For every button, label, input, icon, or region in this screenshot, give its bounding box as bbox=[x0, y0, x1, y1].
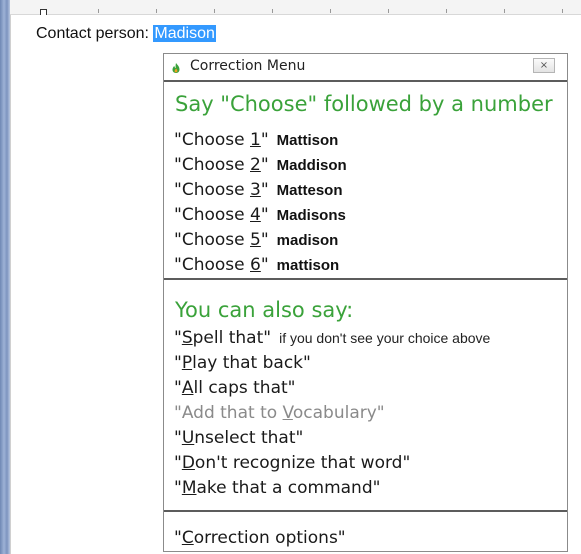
command-rest: lay that back" bbox=[192, 353, 311, 373]
command-key: A bbox=[181, 378, 194, 398]
choice-prefix: "Choose bbox=[174, 230, 250, 250]
ruler bbox=[10, 0, 581, 16]
ruler-tick bbox=[156, 9, 157, 13]
choice-suffix: " bbox=[260, 255, 269, 275]
choices-section: Say "Choose" followed by a number "Choos… bbox=[164, 82, 567, 280]
choice-number: 4 bbox=[250, 205, 261, 225]
command-item: "Add that to Vocabulary" bbox=[174, 403, 385, 423]
choice-prefix: "Choose bbox=[174, 180, 250, 200]
close-icon[interactable]: × bbox=[533, 58, 555, 73]
options-prefix: " bbox=[174, 528, 182, 548]
command-prefix: " bbox=[174, 328, 182, 348]
choice-suffix: " bbox=[260, 155, 269, 175]
contact-line: Contact person: Madison bbox=[36, 25, 216, 43]
choice-word: Madisons bbox=[276, 207, 346, 224]
window-left-edge bbox=[0, 0, 10, 554]
choice-word: Matteson bbox=[276, 182, 343, 199]
command-item[interactable]: "Unselect that" bbox=[174, 428, 303, 448]
ruler-tick bbox=[272, 9, 273, 13]
choice-prefix: "Choose bbox=[174, 205, 250, 225]
choice-word: madison bbox=[276, 232, 339, 249]
command-item[interactable]: "Spell that" if you don't see your choice… bbox=[174, 328, 490, 348]
options-rest: orrection options" bbox=[193, 528, 346, 548]
correction-options-item[interactable]: "Correction options" bbox=[174, 528, 346, 548]
command-key: D bbox=[181, 453, 195, 473]
command-item[interactable]: "Play that back" bbox=[174, 353, 311, 373]
choice-word: Mattison bbox=[276, 132, 339, 149]
also-say-heading: You can also say: bbox=[175, 298, 354, 322]
choice-number: 1 bbox=[250, 130, 261, 150]
flame-icon bbox=[170, 61, 182, 73]
choice-prefix: "Choose bbox=[174, 130, 250, 150]
command-prefix: "Add that to bbox=[174, 403, 283, 423]
choice-suffix: " bbox=[260, 205, 269, 225]
contact-value-selected[interactable]: Madison bbox=[153, 25, 216, 42]
choice-suffix: " bbox=[260, 180, 269, 200]
ruler-tick bbox=[98, 9, 99, 13]
options-key: C bbox=[181, 528, 194, 548]
command-key: M bbox=[181, 478, 197, 498]
ruler-tick bbox=[388, 9, 389, 13]
command-rest: ocabulary" bbox=[292, 403, 385, 423]
choice-prefix: "Choose bbox=[174, 155, 250, 175]
choice-word: Maddison bbox=[276, 157, 347, 174]
contact-label: Contact person: bbox=[36, 25, 149, 42]
choice-item[interactable]: "Choose 4" Madisons bbox=[174, 205, 346, 225]
choice-item[interactable]: "Choose 5" madison bbox=[174, 230, 338, 250]
command-prefix: " bbox=[174, 428, 182, 448]
command-rest: on't recognize that word" bbox=[194, 453, 411, 473]
command-rest: pell that" bbox=[192, 328, 272, 348]
choice-item[interactable]: "Choose 1" Mattison bbox=[174, 130, 338, 150]
ruler-tick bbox=[330, 9, 331, 13]
choose-heading: Say "Choose" followed by a number bbox=[175, 92, 553, 116]
ruler-tick bbox=[214, 9, 215, 13]
choice-suffix: " bbox=[260, 130, 269, 150]
choice-number: 3 bbox=[250, 180, 261, 200]
command-item[interactable]: "Make that a command" bbox=[174, 478, 380, 498]
command-prefix: " bbox=[174, 378, 182, 398]
correction-menu: Correction Menu × Say "Choose" followed … bbox=[163, 53, 568, 552]
choice-word: mattison bbox=[276, 257, 340, 274]
command-key: P bbox=[181, 353, 193, 373]
command-key: S bbox=[181, 328, 193, 348]
choice-item[interactable]: "Choose 6" mattison bbox=[174, 255, 339, 275]
command-hint: if you don't see your choice above bbox=[279, 330, 491, 346]
commands-section: You can also say: "Spell that" if you don… bbox=[164, 280, 567, 512]
ruler-tick bbox=[446, 9, 447, 13]
choice-number: 6 bbox=[250, 255, 261, 275]
command-item[interactable]: "Don't recognize that word" bbox=[174, 453, 410, 473]
command-rest: nselect that" bbox=[194, 428, 304, 448]
choice-item[interactable]: "Choose 2" Maddison bbox=[174, 155, 347, 175]
options-section: "Correction options" bbox=[164, 512, 567, 551]
command-item[interactable]: "All caps that" bbox=[174, 378, 295, 398]
choice-number: 2 bbox=[250, 155, 261, 175]
ruler-tick bbox=[504, 9, 505, 13]
command-rest: ll caps that" bbox=[193, 378, 296, 398]
menu-titlebar[interactable]: Correction Menu × bbox=[164, 54, 567, 82]
choice-number: 5 bbox=[250, 230, 261, 250]
command-rest: ake that a command" bbox=[196, 478, 381, 498]
menu-title: Correction Menu bbox=[190, 58, 306, 74]
ruler-tick bbox=[562, 9, 563, 13]
command-key: V bbox=[282, 403, 293, 423]
choice-suffix: " bbox=[260, 230, 269, 250]
command-key: U bbox=[181, 428, 195, 448]
command-prefix: " bbox=[174, 478, 182, 498]
command-prefix: " bbox=[174, 353, 182, 373]
choice-prefix: "Choose bbox=[174, 255, 250, 275]
choice-item[interactable]: "Choose 3" Matteson bbox=[174, 180, 343, 200]
command-prefix: " bbox=[174, 453, 182, 473]
